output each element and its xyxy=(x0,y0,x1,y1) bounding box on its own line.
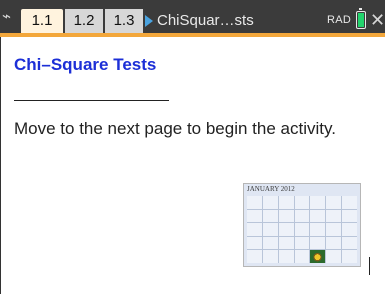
problem-arrow-icon xyxy=(145,15,153,27)
tab-1-3[interactable]: 1.3 xyxy=(105,9,143,33)
document-name: ChiSquar…sts xyxy=(157,12,254,29)
horizontal-rule xyxy=(14,100,169,101)
tab-1-1[interactable]: 1.1 xyxy=(21,9,63,33)
calendar-caption: JANUARY 2012 xyxy=(247,185,295,193)
page-title: Chi–Square Tests xyxy=(14,55,157,74)
document-icon[interactable]: ⌁ xyxy=(2,6,20,28)
angle-mode-indicator: RAD xyxy=(327,14,352,26)
battery-icon xyxy=(356,8,366,29)
flower-photo xyxy=(310,250,326,263)
tab-1-2[interactable]: 1.2 xyxy=(65,9,103,33)
calendar-image: JANUARY 2012 xyxy=(243,183,361,267)
instruction-text: Move to the next page to begin the activ… xyxy=(14,119,336,138)
text-cursor xyxy=(369,257,370,275)
top-toolbar: ⌁ 1.1 1.2 1.3 ChiSquar…sts RAD ✕ xyxy=(0,0,385,37)
calendar-grid xyxy=(247,196,357,263)
close-icon[interactable]: ✕ xyxy=(370,9,385,31)
